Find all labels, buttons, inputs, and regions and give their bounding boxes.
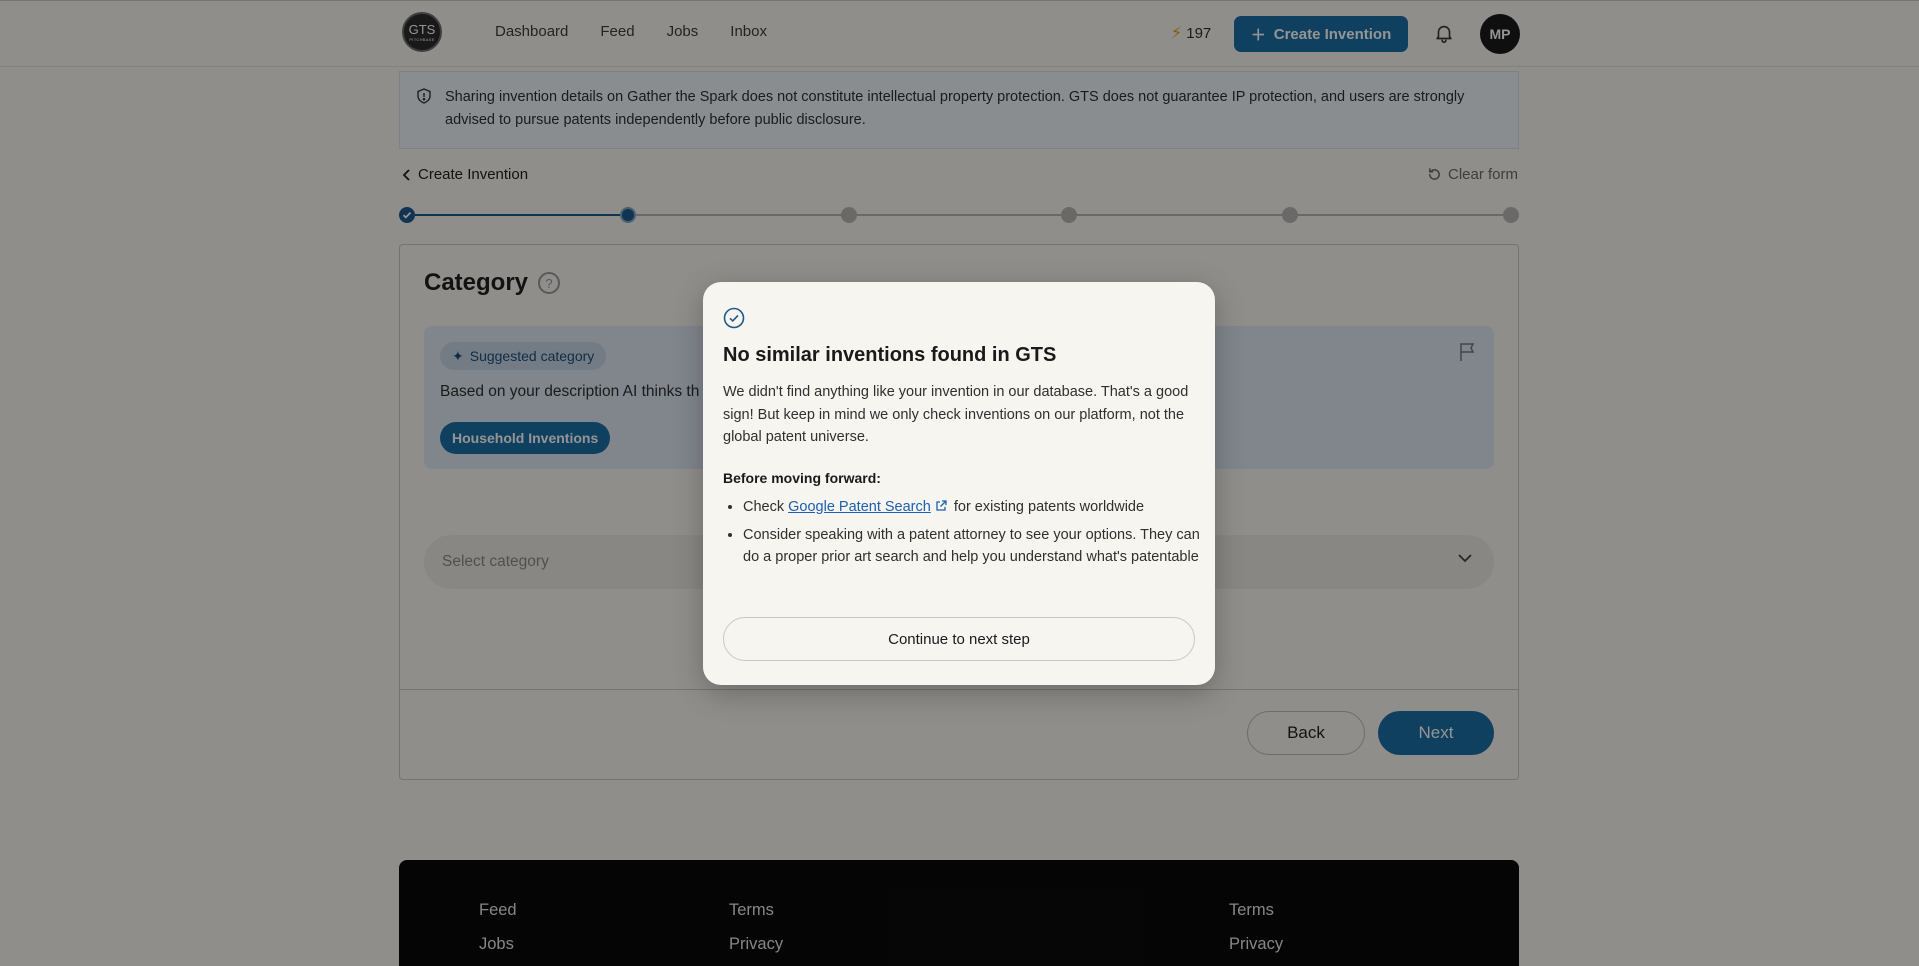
list-item: Check Google Patent Search for existing … — [743, 496, 1213, 519]
google-patent-search-link[interactable]: Google Patent Search — [788, 499, 931, 515]
bullet1-prefix: Check — [743, 499, 785, 515]
recommendation-list: Check Google Patent Search for existing … — [723, 496, 1213, 574]
no-similar-inventions-modal: No similar inventions found in GTS We di… — [703, 282, 1215, 685]
continue-to-next-step-button[interactable]: Continue to next step — [723, 617, 1195, 661]
list-item: Consider speaking with a patent attorney… — [743, 524, 1213, 569]
external-link-icon — [936, 500, 947, 511]
modal-title: No similar inventions found in GTS — [723, 344, 1057, 366]
before-moving-forward-heading: Before moving forward: — [723, 470, 881, 486]
modal-description: We didn't find anything like your invent… — [723, 384, 1189, 445]
check-circle-icon — [723, 307, 745, 329]
bullet1-suffix: for existing patents worldwide — [953, 499, 1145, 515]
